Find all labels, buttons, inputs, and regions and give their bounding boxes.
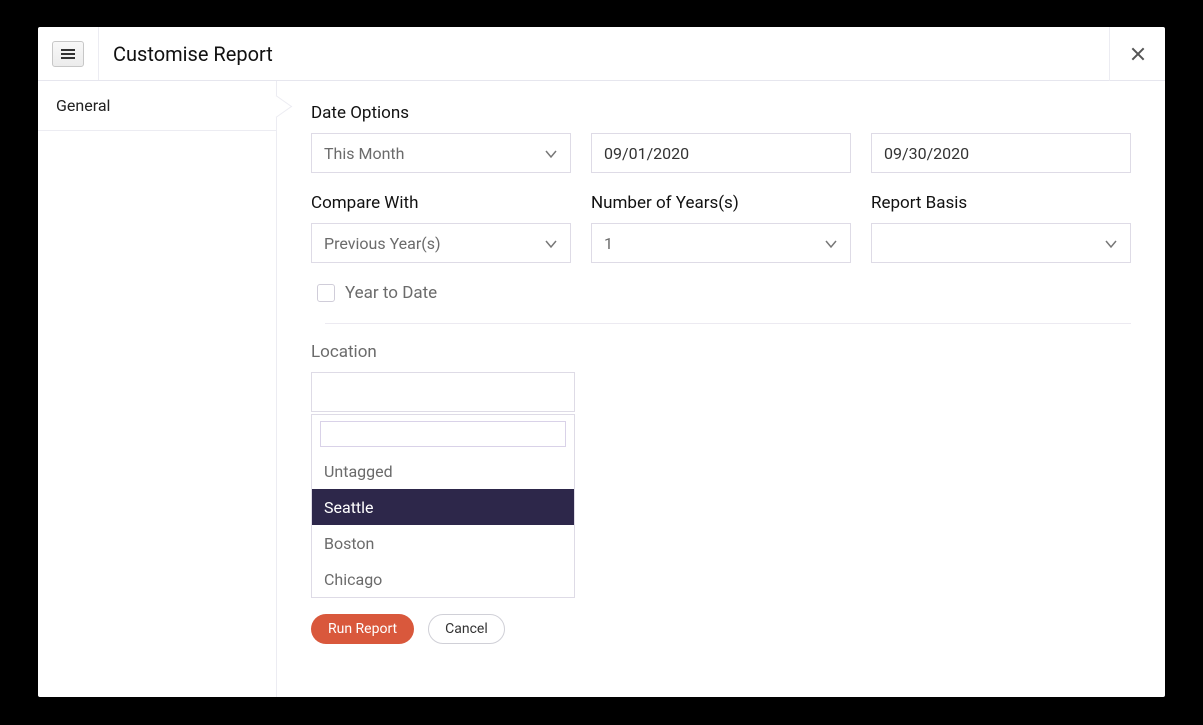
date-end-value: 09/30/2020 — [884, 144, 969, 163]
chevron-down-icon — [544, 146, 558, 160]
menu-icon — [61, 49, 75, 59]
report-basis-select[interactable] — [871, 223, 1131, 263]
sidebar: General — [38, 81, 277, 697]
location-option[interactable]: Chicago — [312, 561, 574, 597]
menu-button[interactable] — [52, 41, 84, 67]
date-start-value: 09/01/2020 — [604, 144, 689, 163]
date-range-value: This Month — [324, 144, 404, 163]
date-start-input[interactable]: 09/01/2020 — [591, 133, 851, 173]
location-option[interactable]: Seattle — [312, 489, 574, 525]
report-basis-label: Report Basis — [871, 193, 1131, 213]
dialog-customise-report: Customise Report General Date Options Th… — [38, 27, 1165, 697]
location-label: Location — [311, 342, 1131, 362]
dialog-header: Customise Report — [38, 27, 1165, 81]
location-option[interactable]: Untagged — [312, 453, 574, 489]
location-block: Location UntaggedSeattleBostonChicago — [311, 342, 1131, 598]
cancel-label: Cancel — [445, 621, 488, 637]
date-end-input[interactable]: 09/30/2020 — [871, 133, 1131, 173]
chevron-down-icon — [1104, 236, 1118, 250]
num-years-value: 1 — [604, 234, 613, 253]
close-button[interactable] — [1109, 27, 1165, 81]
ytd-label: Year to Date — [345, 283, 437, 303]
ytd-row: Year to Date — [317, 283, 1131, 303]
dialog-body: General Date Options This Month 09/01/20… — [38, 81, 1165, 697]
date-range-select[interactable]: This Month — [311, 133, 571, 173]
divider — [98, 27, 99, 80]
main-panel: Date Options This Month 09/01/2020 — [277, 81, 1165, 697]
sidebar-item-general[interactable]: General — [38, 81, 276, 131]
location-dropdown: UntaggedSeattleBostonChicago — [311, 414, 575, 598]
date-options-label: Date Options — [311, 103, 1131, 123]
close-icon — [1131, 47, 1145, 61]
divider — [325, 323, 1131, 324]
ytd-checkbox[interactable] — [317, 284, 335, 302]
run-report-label: Run Report — [328, 621, 397, 637]
compare-row: Compare With Previous Year(s) Number of … — [311, 193, 1131, 263]
location-search-input[interactable] — [320, 421, 566, 447]
sidebar-item-label: General — [56, 96, 110, 115]
dialog-actions: Run Report Cancel — [311, 614, 1131, 644]
chevron-down-icon — [824, 236, 838, 250]
num-years-select[interactable]: 1 — [591, 223, 851, 263]
location-select[interactable] — [311, 372, 575, 412]
dialog-title: Customise Report — [113, 42, 273, 66]
compare-with-value: Previous Year(s) — [324, 234, 441, 253]
compare-with-label: Compare With — [311, 193, 571, 213]
compare-with-select[interactable]: Previous Year(s) — [311, 223, 571, 263]
cancel-button[interactable]: Cancel — [428, 614, 505, 644]
num-years-label: Number of Years(s) — [591, 193, 851, 213]
chevron-down-icon — [544, 236, 558, 250]
date-options-row: This Month 09/01/2020 09/30/2020 — [311, 133, 1131, 173]
location-option[interactable]: Boston — [312, 525, 574, 561]
run-report-button[interactable]: Run Report — [311, 614, 414, 644]
